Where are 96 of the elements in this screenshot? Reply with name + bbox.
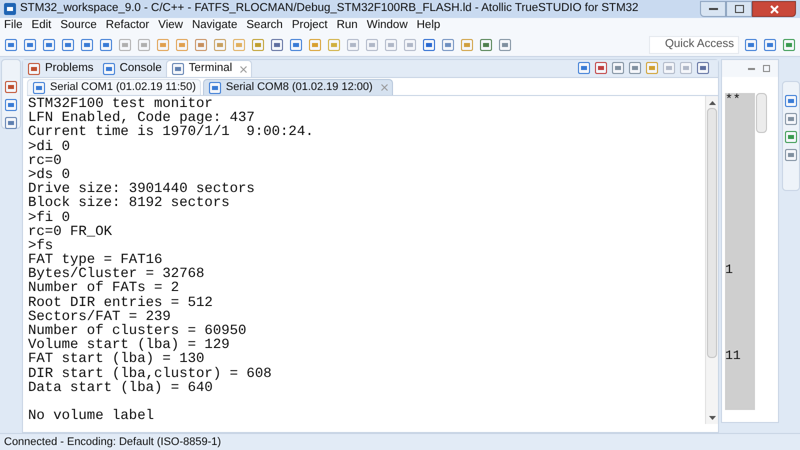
toolbar-icon[interactable] [26,62,41,76]
toolbar-icon[interactable] [441,38,455,52]
terminal-line: Number of FATs = 2 [28,280,180,296]
toolbar-icon[interactable] [270,38,284,52]
terminal-line: STM32F100 test monitor [28,96,213,112]
toolbar-icon[interactable] [784,112,798,126]
toolbar-icon[interactable] [99,38,113,52]
toolbar-icon[interactable] [170,62,185,76]
toolbar-icon[interactable] [251,38,265,52]
close-icon[interactable] [240,66,248,72]
window-title: STM32_workspace_9.0 - C/C++ - FATFS_RLOCMAN/Debug_STM32F100RB_FLASH.ld - Atollic TrueSTUDIO for STM32 [20,1,640,16]
toolbar-icon[interactable] [4,80,18,94]
terminal-line: Sectors/FAT = 239 [28,308,171,325]
minimize-icon[interactable] [748,68,756,70]
view-tab[interactable]: Console [98,60,166,77]
toolbar-icon[interactable] [80,38,94,52]
toolbar-icon[interactable] [696,61,710,75]
side-mark: ** [725,93,742,108]
toolbar-icon[interactable] [422,38,436,52]
side-scrollbar-thumb[interactable] [756,93,768,133]
toolbar-icon[interactable] [784,94,798,108]
scroll-up-arrow-icon[interactable] [708,101,716,105]
toolbar-icon[interactable] [594,61,608,75]
toolbar-icon[interactable] [782,38,796,52]
terminal-line: >ds 0 [28,166,70,183]
toolbar-icon[interactable] [498,38,512,52]
toolbar-icon[interactable] [327,38,341,52]
menu-item[interactable]: Run [336,16,358,34]
toolbar-icon[interactable] [213,38,227,52]
scroll-down-arrow-icon[interactable] [708,416,716,420]
toolbar-icon[interactable] [784,148,798,162]
serial-session-tab[interactable]: Serial COM1 (01.02.19 11:50) [26,79,201,95]
toolbar-icon[interactable] [137,38,151,52]
quick-access-field[interactable]: Quick Access [649,36,739,54]
close-button[interactable] [752,1,796,17]
toolbar-icon[interactable] [156,38,170,52]
close-icon[interactable] [380,84,388,91]
terminal-line: FAT start (lba) = 130 [28,351,204,368]
toolbar-icon[interactable] [61,38,75,52]
terminal-line: rc=0 FR_OK [28,224,112,240]
toolbar-icon[interactable] [628,61,642,75]
maximize-button[interactable] [726,1,752,17]
toolbar-icon[interactable] [4,38,18,52]
terminal-line: >fi 0 [28,210,70,226]
menu-item[interactable]: Source [60,16,97,34]
toolbar-icon[interactable] [194,38,208,52]
toolbar-icon[interactable] [479,38,493,52]
menu-item[interactable]: Window [366,16,408,34]
toolbar-icon[interactable] [23,38,37,52]
menu-item[interactable]: Search [246,16,283,34]
terminal-line: DIR start (lba,clustor) = 608 [28,366,272,382]
toolbar-icon[interactable] [32,80,46,94]
terminal-line: >di 0 [28,138,70,155]
terminal-line: >fs [28,238,54,254]
toolbar-icon[interactable] [763,38,777,52]
view-tab[interactable]: Problems [22,60,98,77]
toolbar-icon[interactable] [611,61,626,75]
terminal-line: Current time is 1970/1/1 9:00:24. [28,124,314,140]
toolbar-icon[interactable] [208,80,222,94]
menu-item[interactable]: Help [416,16,440,34]
toolbar-icon[interactable] [4,116,18,130]
maximize-icon[interactable] [763,65,770,72]
scrollbar-thumb[interactable] [707,108,718,358]
menu-item[interactable]: Navigate [192,16,238,34]
view-tab[interactable]: Terminal [166,60,252,77]
terminal-line: Data start (lba) = 640 [28,380,213,396]
menu-item[interactable]: Refactor [106,16,150,34]
toolbar-icon[interactable] [175,38,189,52]
terminal-line: Number of clusters = 60950 [28,323,246,339]
toolbar-icon[interactable] [577,61,592,75]
terminal-line: Root DIR entries = 512 [28,294,213,311]
toolbar-icon[interactable] [118,38,132,52]
close-icon [770,4,778,14]
toolbar-icon[interactable] [42,38,56,52]
serial-session-tab[interactable]: Serial COM8 (01.02.19 12:00) [202,79,393,95]
menu-item[interactable]: File [4,16,23,34]
menu-item[interactable]: Edit [32,16,52,34]
minimize-button[interactable] [700,1,726,17]
menu-item[interactable]: View [158,16,183,34]
vertical-scrollbar[interactable] [705,96,718,424]
side-mark: 1 [725,263,734,278]
terminal-line: rc=0 [28,152,62,169]
toolbar-icon[interactable] [4,98,18,112]
toolbar-icon[interactable] [744,38,758,52]
toolbar-icon[interactable] [784,130,798,144]
toolbar-icon[interactable] [308,38,322,52]
terminal-line: Block size: 8192 sectors [28,195,230,212]
status-text: Connected - Encoding: Default (ISO-8859-1) [4,434,222,450]
menu-item[interactable]: Project [292,16,328,34]
toolbar-icon[interactable] [460,38,474,52]
app-icon [4,3,16,15]
toolbar-icon[interactable] [645,61,660,75]
toolbar-icon[interactable] [102,62,116,76]
toolbar-icon[interactable] [289,38,303,52]
terminal-line: No volume label [28,408,154,424]
side-mark: 11 [725,348,742,363]
